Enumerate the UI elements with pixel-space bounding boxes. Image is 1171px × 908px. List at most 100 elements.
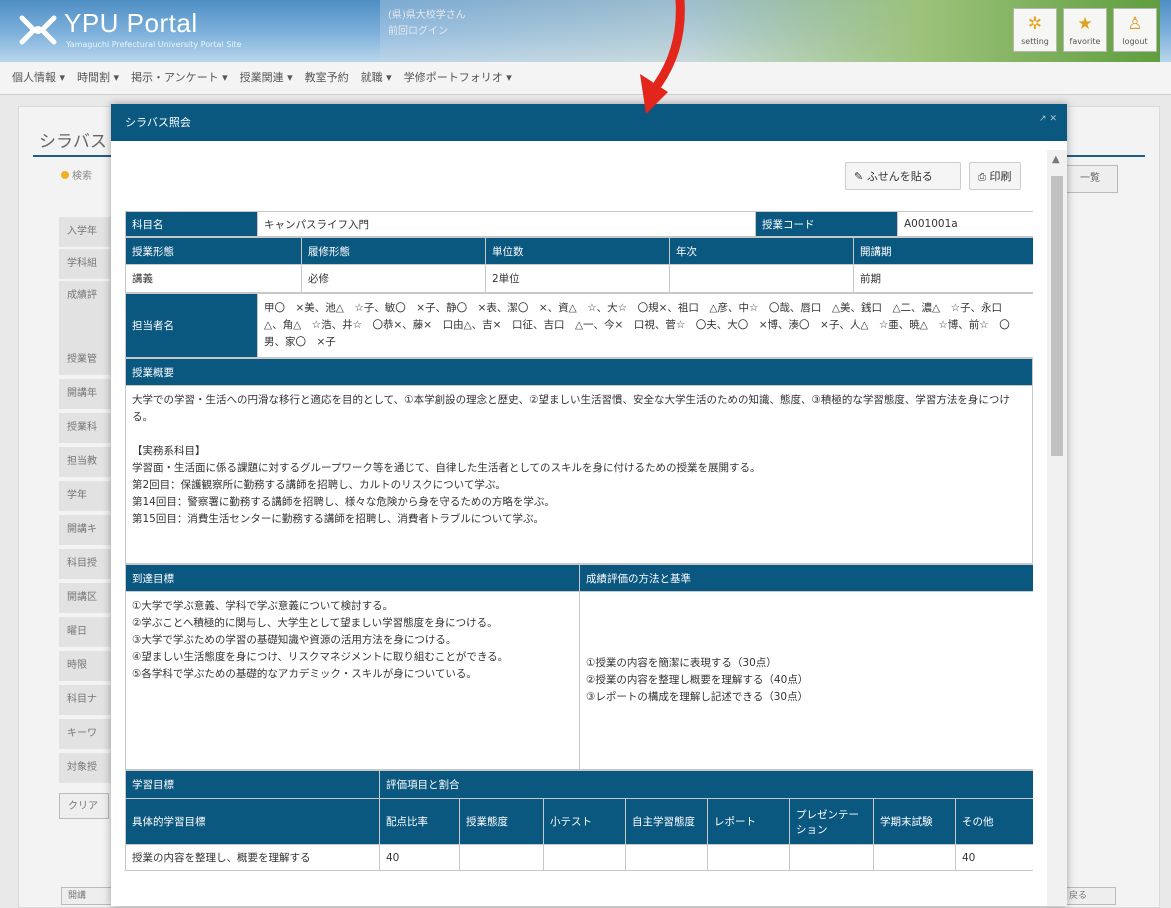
printer-icon: ⎙ bbox=[978, 172, 986, 183]
info-header: 履修形態 bbox=[301, 237, 486, 265]
eval-header: その他 bbox=[955, 798, 1033, 845]
modal-titlebar[interactable]: シラバス照会 ↗ ✕ bbox=[111, 104, 1067, 141]
field-label: 授業科 bbox=[59, 413, 114, 443]
scroll-up-arrow-icon[interactable]: ▲ bbox=[1052, 154, 1060, 165]
field-label: 対象授 bbox=[59, 753, 114, 783]
field-label: 時限 bbox=[59, 651, 114, 681]
search-toggle[interactable]: 検索 bbox=[61, 167, 92, 182]
course-code-label: 授業コード bbox=[755, 211, 898, 237]
person-icon: ♙ bbox=[1127, 14, 1143, 34]
field-label: 学年 bbox=[59, 481, 114, 511]
info-value: 必修 bbox=[301, 264, 486, 293]
overview-text: 大学での学習・生活への円滑な移行と適応を目的として、①本学創設の理念と歴史、②望… bbox=[125, 385, 1033, 564]
course-name-value: キャンパスライフ入門 bbox=[257, 211, 756, 237]
portal-logo-title[interactable]: YPU Portal bbox=[64, 8, 198, 39]
print-button[interactable]: ⎙ 印刷 bbox=[969, 162, 1021, 190]
evaluation-text: ①授業の内容を簡潔に表現する（30点） ②授業の内容を整理し概要を理解する（40… bbox=[579, 591, 1033, 770]
info-value: 講義 bbox=[125, 264, 302, 293]
pencil-icon: ✎ bbox=[854, 170, 864, 183]
field-label: 学科組 bbox=[59, 249, 114, 279]
eval-header: 自主学習態度 bbox=[625, 798, 708, 845]
menu-room-booking[interactable]: 教室予約 bbox=[305, 62, 349, 94]
instructor-names: 甲〇 ×美、池△ ☆子、敏〇 ×子、静〇 ×表、潔〇 ×、資△ ☆、大☆ 〇規×… bbox=[257, 293, 1033, 358]
eval-cell bbox=[459, 844, 544, 871]
goal-label: 到達目標 bbox=[125, 564, 580, 592]
modal-window-controls[interactable]: ↗ ✕ bbox=[1039, 104, 1057, 134]
info-header: 年次 bbox=[669, 237, 854, 265]
print-label: 印刷 bbox=[989, 170, 1012, 183]
info-value: 2単位 bbox=[485, 264, 670, 293]
header-caption-line1: (県)県大校学さん bbox=[388, 10, 466, 21]
field-label: 開講区 bbox=[59, 583, 114, 613]
info-value bbox=[669, 264, 854, 293]
field-label: 成績評 bbox=[59, 281, 114, 345]
eval-cell: 40 bbox=[379, 844, 460, 871]
field-label: 入学年 bbox=[59, 217, 114, 247]
field-label: 担当教 bbox=[59, 447, 114, 477]
menu-timetable[interactable]: 時間割 ▾ bbox=[77, 62, 119, 94]
eval-header: 具体的学習目標 bbox=[125, 798, 380, 845]
goal-text: ①大学で学ぶ意義、学科で学ぶ意義について検討する。 ②学ぶことへ積極的に関与し、… bbox=[125, 591, 580, 770]
overview-label: 授業概要 bbox=[125, 358, 1033, 386]
list-button[interactable]: 一覧 bbox=[1062, 165, 1118, 193]
field-label: 開講年 bbox=[59, 379, 114, 409]
info-header: 単位数 bbox=[485, 237, 670, 265]
eval-header: 配点比率 bbox=[379, 798, 460, 845]
eval-items-label: 評価項目と割合 bbox=[379, 770, 1033, 799]
sticky-note-button[interactable]: ✎ ふせんを貼る bbox=[845, 162, 961, 190]
portal-logo-subtitle: Yamaguchi Prefectural University Portal … bbox=[66, 40, 242, 49]
eval-header: 学期末試験 bbox=[873, 798, 956, 845]
setting-label: setting bbox=[1021, 37, 1049, 46]
menu-portfolio[interactable]: 学修ポートフォリオ ▾ bbox=[404, 62, 512, 94]
eval-cell bbox=[625, 844, 708, 871]
syllabus-modal: シラバス照会 ↗ ✕ ✎ ふせんを貼る ⎙ 印刷 科目名 キャンパスライフ入門 … bbox=[111, 104, 1067, 906]
course-name-table: 科目名 キャンパスライフ入門 授業コード A001001a bbox=[125, 211, 1033, 237]
footer-button-left[interactable]: 開講 bbox=[61, 887, 113, 905]
goal-evaluation-table: 到達目標 成績評価の方法と基準 ①大学で学ぶ意義、学科で学ぶ意義について検討する… bbox=[125, 564, 1033, 770]
field-label: 科目ナ bbox=[59, 685, 114, 715]
field-label: 科目授 bbox=[59, 549, 114, 579]
field-label: 授業管 bbox=[59, 345, 114, 375]
info-header: 授業形態 bbox=[125, 237, 302, 265]
info-value: 前期 bbox=[853, 264, 1033, 293]
logout-label: logout bbox=[1122, 37, 1148, 46]
menu-career[interactable]: 就職 ▾ bbox=[361, 62, 392, 94]
favorite-label: favorite bbox=[1069, 37, 1101, 46]
modal-scrollbar[interactable]: ▲ bbox=[1047, 150, 1067, 906]
footer-button-right[interactable]: 戻る bbox=[1062, 887, 1116, 905]
course-info-table: 授業形態 履修形態 単位数 年次 開講期 講義 必修 2単位 前期 bbox=[125, 237, 1033, 293]
header-caption-line2: 前回ログイン bbox=[388, 26, 448, 37]
menu-classes[interactable]: 授業関連 ▾ bbox=[240, 62, 293, 94]
annotation-arrow-icon bbox=[640, 0, 685, 114]
portal-header: YPU Portal Yamaguchi Prefectural Univers… bbox=[0, 0, 1171, 62]
logout-button[interactable]: ♙ logout bbox=[1113, 8, 1157, 52]
favorite-button[interactable]: ★ favorite bbox=[1063, 8, 1107, 52]
eval-cell: 40 bbox=[955, 844, 1033, 871]
eval-header: 小テスト bbox=[543, 798, 626, 845]
evaluation-breakdown-table: 学習目標 評価項目と割合 具体的学習目標 配点比率 授業態度 小テスト 自主学習… bbox=[125, 770, 1033, 871]
eval-cell bbox=[543, 844, 626, 871]
eval-cell: 授業の内容を整理し、概要を理解する bbox=[125, 844, 380, 871]
setting-button[interactable]: ✲ setting bbox=[1013, 8, 1057, 52]
eval-cell bbox=[707, 844, 790, 871]
clear-button[interactable]: クリア bbox=[59, 793, 109, 819]
instructor-label: 担当者名 bbox=[125, 293, 258, 358]
menu-notices[interactable]: 掲示・アンケート ▾ bbox=[131, 62, 228, 94]
eval-header: レポート bbox=[707, 798, 790, 845]
field-label: 開講キ bbox=[59, 515, 114, 545]
gear-icon: ✲ bbox=[1027, 14, 1043, 34]
eval-header: 授業態度 bbox=[459, 798, 544, 845]
syllabus-content[interactable]: 科目名 キャンパスライフ入門 授業コード A001001a 授業形態 履修形態 … bbox=[125, 211, 1033, 906]
sticky-note-label: ふせんを貼る bbox=[866, 170, 933, 183]
table-row: 授業の内容を整理し、概要を理解する 40 40 bbox=[125, 844, 1033, 871]
menu-personal-info[interactable]: 個人情報 ▾ bbox=[12, 62, 65, 94]
star-icon: ★ bbox=[1077, 14, 1093, 34]
info-header: 開講期 bbox=[853, 237, 1033, 265]
header-caption: (県)県大校学さん 前回ログイン bbox=[388, 8, 466, 40]
scrollbar-thumb[interactable] bbox=[1051, 176, 1063, 456]
main-menu: 個人情報 ▾ 時間割 ▾ 掲示・アンケート ▾ 授業関連 ▾ 教室予約 就職 ▾… bbox=[0, 62, 1171, 95]
field-label: キーワ bbox=[59, 719, 114, 749]
overview-table: 授業概要 大学での学習・生活への円滑な移行と適応を目的として、①本学創設の理念と… bbox=[125, 358, 1033, 564]
eval-header: プレゼンテーション bbox=[789, 798, 874, 845]
portal-logo-icon bbox=[19, 15, 57, 45]
